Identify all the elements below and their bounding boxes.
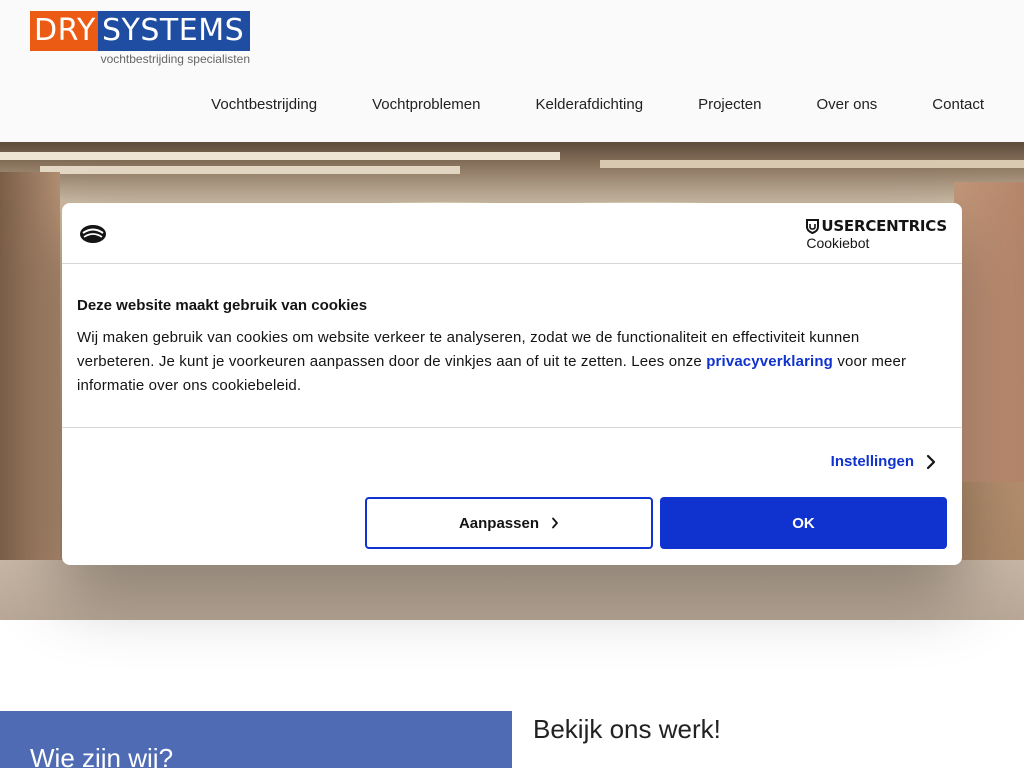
usercentrics-wordmark: USERCENTRICS [806, 217, 947, 235]
site-header: DRY SYSTEMS vochtbestrijding specialiste… [0, 0, 1024, 142]
settings-label: Instellingen [830, 453, 914, 470]
cookie-dialog: USERCENTRICS Cookiebot Deze website maak… [62, 203, 962, 565]
logo-word-dry: DRY [30, 11, 98, 51]
settings-link[interactable]: Instellingen [831, 453, 936, 470]
customize-button[interactable]: Aanpassen [365, 497, 653, 549]
hero-pipe [40, 166, 460, 174]
logo-word-systems: SYSTEMS [98, 11, 250, 51]
ok-button[interactable]: OK [660, 497, 947, 549]
cookie-description: Wij maken gebruik van cookies om website… [77, 326, 937, 398]
logo-wordmark: DRY SYSTEMS [30, 11, 252, 51]
who-are-we-section: Wie zijn wij? [0, 711, 512, 768]
usercentrics-brand[interactable]: USERCENTRICS Cookiebot [806, 217, 947, 251]
logo-tagline: vochtbestrijding specialisten [100, 52, 250, 66]
hero-pipe [600, 160, 1024, 168]
nav-item-kelderafdichting[interactable]: Kelderafdichting [535, 96, 643, 113]
chevron-right-icon [552, 517, 558, 529]
cookie-dialog-body: Deze website maakt gebruik van cookies W… [77, 297, 937, 398]
nav-item-vochtbestrijding[interactable]: Vochtbestrijding [211, 96, 317, 113]
nav-item-projecten[interactable]: Projecten [698, 96, 761, 113]
our-work-title: Bekijk ons werk! [533, 714, 721, 744]
site-logo[interactable]: DRY SYSTEMS vochtbestrijding specialiste… [30, 11, 252, 69]
hero-wall [0, 172, 60, 592]
cookie-icon [80, 225, 106, 243]
hero-pipe [0, 152, 560, 160]
main-nav: Vochtbestrijding Vochtproblemen Kelderaf… [211, 96, 984, 113]
who-are-we-title: Wie zijn wij? [30, 743, 174, 768]
cookiebot-label: Cookiebot [806, 235, 870, 251]
usercentrics-label: USERCENTRICS [821, 217, 947, 235]
customize-button-label: Aanpassen [458, 514, 540, 532]
divider [62, 427, 962, 428]
cookie-title: Deze website maakt gebruik van cookies [77, 297, 368, 314]
chevron-right-icon [926, 454, 936, 469]
privacy-policy-link[interactable]: privacyverklaring [706, 353, 833, 370]
nav-item-vochtproblemen[interactable]: Vochtproblemen [372, 96, 480, 113]
hero-floor [0, 560, 1024, 620]
shield-icon [806, 218, 820, 234]
nav-item-contact[interactable]: Contact [932, 96, 984, 113]
hero-wall [954, 182, 1024, 482]
cookie-dialog-header: USERCENTRICS Cookiebot [62, 203, 962, 264]
nav-item-over-ons[interactable]: Over ons [816, 96, 877, 113]
